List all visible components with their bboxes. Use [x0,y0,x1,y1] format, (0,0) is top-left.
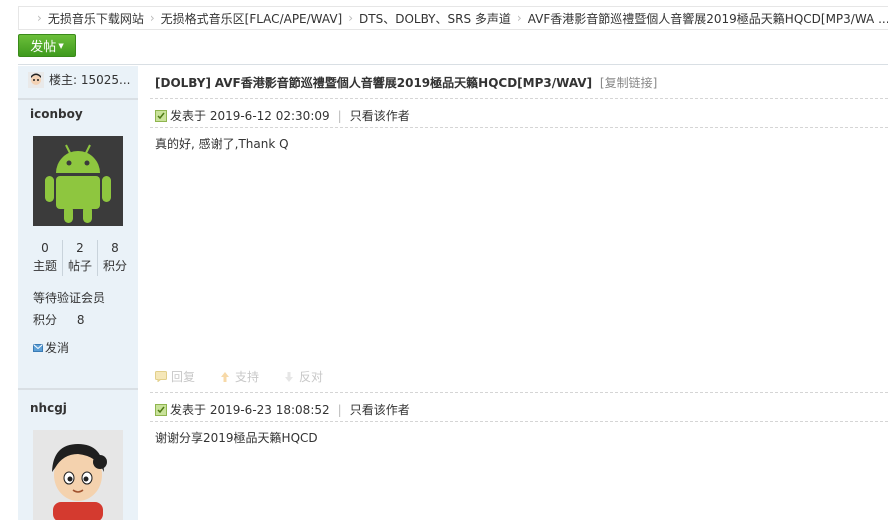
cartoon-avatar-icon [33,430,123,520]
breadcrumb-site[interactable]: 无损音乐下载网站 [48,10,144,27]
stat-value: 0 [41,241,49,255]
avatar-mini-icon [28,71,44,88]
credit-value: 8 [76,313,85,327]
oppose-button[interactable]: 反对 [283,368,323,385]
divider [18,98,138,100]
send-message-label: 发消 [45,341,70,355]
chevron-down-icon: ▼ [58,41,64,50]
copy-link[interactable]: [复制链接] [600,76,657,90]
divider [18,64,888,65]
online-status-icon [155,403,167,416]
only-author-link[interactable]: 只看该作者 [350,401,410,418]
separator: | [337,402,342,417]
breadcrumb: › 无损音乐下载网站 › 无损格式音乐区[FLAC/APE/WAV] › DTS… [18,6,888,30]
divider [150,98,888,99]
credit-label: 积分 [33,313,58,327]
post-meta: 发表于 2019-6-23 18:08:52 | 只看该作者 [155,401,410,418]
mail-icon [33,343,43,352]
stat-value: 8 [111,241,119,255]
breadcrumb-separator: › [516,11,522,25]
author-name[interactable]: iconboy [30,107,83,121]
op-info: 楼主: 15025... [28,71,130,88]
oppose-label: 反对 [299,370,324,384]
send-message-link[interactable]: 发消 [33,339,69,356]
stat-label: 帖子 [67,259,92,273]
breadcrumb-forum[interactable]: 无损格式音乐区[FLAC/APE/WAV] [161,10,343,27]
post-content: 谢谢分享2019極品天籟HQCD [155,431,318,445]
breadcrumb-separator: › [149,11,155,25]
separator: | [337,108,342,123]
avatar[interactable] [33,430,123,520]
breadcrumb-separator: › [348,11,354,25]
stat-threads[interactable]: 0 主题 [28,240,63,276]
reply-button[interactable]: 回复 [155,368,195,385]
stat-label: 主题 [32,259,57,273]
divider [150,392,888,393]
avatar[interactable] [33,136,123,226]
breadcrumb-thread[interactable]: AVF香港影音節巡禮暨個人音響展2019極品天籟HQCD[MP3/WA ... [528,10,888,27]
reply-label: 回复 [171,370,196,384]
breadcrumb-separator: › [37,11,42,25]
reply-icon [155,371,167,382]
breadcrumb-subforum[interactable]: DTS、DOLBY、SRS 多声道 [359,10,511,27]
new-post-label: 发帖 [30,40,57,55]
new-post-button[interactable]: 发帖 ▼ [18,34,76,57]
divider [18,388,138,390]
thumbs-up-icon [221,371,230,382]
divider [150,421,888,422]
only-author-link[interactable]: 只看该作者 [350,107,410,124]
post-timestamp: 发表于 2019-6-12 02:30:09 [170,109,330,123]
post-content: 真的好, 感谢了,Thank Q [155,137,289,151]
thumbs-down-icon [285,371,294,382]
stat-value: 2 [76,241,84,255]
post-actions: 回复 支持 反对 [155,368,347,385]
credit-row: 积分 8 [33,311,84,328]
thread-title: [DOLBY] AVF香港影音節巡禮暨個人音響展2019極品天籟HQCD[MP3… [155,74,657,91]
op-label[interactable]: 楼主: 15025... [49,71,130,88]
user-group[interactable]: 等待验证会员 [33,289,105,306]
support-label: 支持 [235,370,260,384]
post-timestamp: 发表于 2019-6-23 18:08:52 [170,403,330,417]
online-status-icon [155,109,167,122]
post-meta: 发表于 2019-6-12 02:30:09 | 只看该作者 [155,107,410,124]
author-name[interactable]: nhcgj [30,401,67,415]
stat-credits[interactable]: 8 积分 [98,240,132,276]
divider [150,127,888,128]
thread-tag: [DOLBY] [155,76,211,90]
support-button[interactable]: 支持 [219,368,259,385]
stat-label: 积分 [102,259,127,273]
android-robot-icon [33,136,123,226]
thread-title-text: AVF香港影音節巡禮暨個人音響展2019極品天籟HQCD[MP3/WAV] [214,76,593,90]
stat-posts[interactable]: 2 帖子 [63,240,98,276]
author-stats: 0 主题 2 帖子 8 积分 [28,240,132,276]
